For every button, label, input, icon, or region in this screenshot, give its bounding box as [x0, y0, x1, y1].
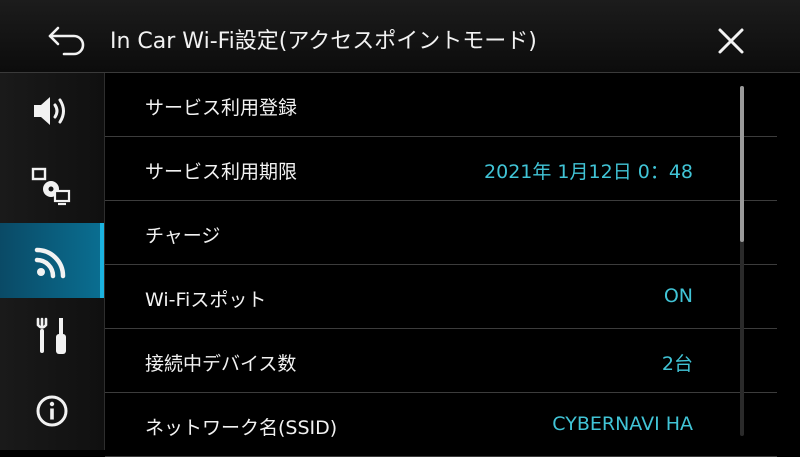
tools-icon — [36, 317, 66, 354]
page-title: In Car Wi-Fi設定(アクセスポイントモード) — [110, 29, 537, 54]
row-value: 2台 — [661, 353, 693, 375]
sidebar-item-wifi[interactable] — [0, 223, 104, 298]
close-icon — [718, 28, 744, 54]
devices-disc-icon — [31, 167, 71, 205]
list-item-service-registration[interactable]: サービス利用登録 — [105, 73, 777, 137]
settings-list: サービス利用登録 サービス利用期限 2021年 1月12日 0：48 チャージ … — [105, 73, 800, 457]
row-label: 接続中デバイス数 — [145, 353, 297, 375]
list-item-service-expiry[interactable]: サービス利用期限 2021年 1月12日 0：48 — [105, 137, 777, 201]
row-label: チャージ — [145, 225, 221, 247]
list-item-connected-devices[interactable]: 接続中デバイス数 2台 — [105, 329, 777, 393]
row-value: 2021年 1月12日 0：48 — [484, 161, 693, 183]
row-label: Wi-Fiスポット — [145, 289, 267, 311]
row-label: ネットワーク名(SSID) — [145, 417, 338, 439]
speaker-volume-icon — [34, 96, 65, 125]
info-icon — [36, 395, 68, 426]
row-value: ON — [663, 285, 693, 307]
back-button[interactable] — [44, 22, 90, 58]
list-item-charge[interactable]: チャージ — [105, 201, 777, 265]
close-button[interactable] — [712, 22, 750, 60]
row-label: サービス利用期限 — [145, 161, 298, 183]
sidebar-item-settings[interactable] — [0, 298, 104, 373]
back-arrow-icon — [48, 26, 85, 56]
wifi-signal-icon — [34, 247, 66, 278]
row-value: CYBERNAVI HA — [552, 413, 693, 435]
sidebar-item-info[interactable] — [0, 373, 104, 448]
row-label: サービス利用登録 — [145, 97, 298, 119]
list-item-network-name[interactable]: ネットワーク名(SSID) CYBERNAVI HA — [105, 393, 777, 457]
scrollbar-thumb[interactable] — [740, 86, 744, 242]
header-bar: In Car Wi-Fi設定(アクセスポイントモード) — [0, 0, 800, 73]
list-item-wifi-spot[interactable]: Wi-Fiスポット ON — [105, 265, 777, 329]
sidebar — [0, 73, 105, 450]
sidebar-item-source[interactable] — [0, 148, 104, 223]
sidebar-item-audio[interactable] — [0, 73, 104, 148]
